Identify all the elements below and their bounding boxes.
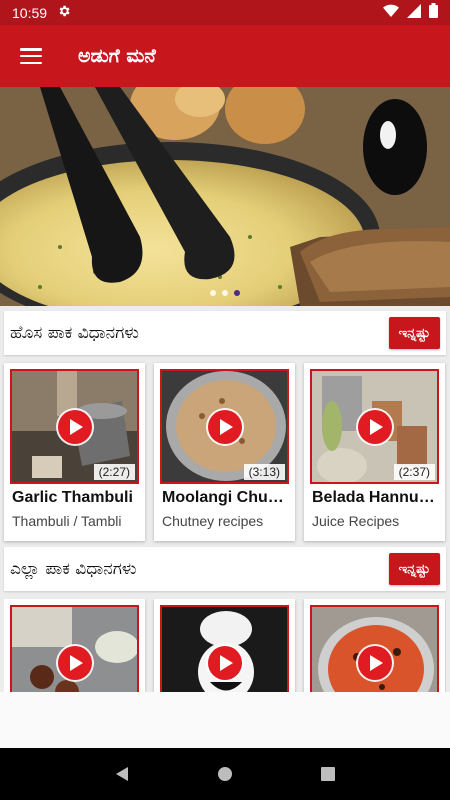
recipe-card[interactable]: (2:37) Belada Hannu Juice Juice Recipes xyxy=(304,363,445,541)
section-title: ಎಲ್ಲಾ ಪಾಕ ವಿಧಾನಗಳು xyxy=(10,559,137,579)
video-thumbnail[interactable]: (3:13) xyxy=(160,369,289,484)
section-header-new-recipes: ಹೊಸ ಪಾಕ ವಿಧಾನಗಳು ಇನ್ನಷ್ಟು xyxy=(4,311,446,355)
banner-carousel[interactable] xyxy=(0,87,450,306)
play-icon xyxy=(57,409,92,444)
back-triangle-icon[interactable] xyxy=(102,754,142,794)
recipe-category: Juice Recipes xyxy=(312,513,400,529)
section-title: ಹೊಸ ಪಾಕ ವಿಧಾನಗಳು xyxy=(10,323,139,343)
home-circle-icon[interactable] xyxy=(205,754,245,794)
recipe-card[interactable] xyxy=(4,599,145,692)
play-icon xyxy=(357,409,392,444)
video-thumbnail[interactable]: (2:27) xyxy=(10,369,139,484)
video-thumbnail[interactable]: (2:37) xyxy=(310,369,439,484)
video-duration: (2:37) xyxy=(393,464,435,480)
recipe-card[interactable]: (3:13) Moolangi Chutney Chutney recipes xyxy=(154,363,295,541)
gear-icon xyxy=(57,4,71,22)
hamburger-menu-icon[interactable] xyxy=(0,25,62,87)
play-icon xyxy=(207,645,242,680)
empty-area xyxy=(0,692,450,748)
recipe-card-row: (2:27) Garlic Thambuli Thambuli / Tambli… xyxy=(4,363,446,541)
video-thumbnail[interactable] xyxy=(310,605,439,692)
app-screen: 10:59 ಅಡುಗೆ ಮನೆ ಹೊಸ ಪಾಕ ವಿಧಾನಗಳು ಇನ್ನಷ್ಟ… xyxy=(0,0,450,800)
recipe-category: Chutney recipes xyxy=(162,513,264,529)
carousel-dot-active[interactable] xyxy=(234,290,240,296)
recipe-card[interactable] xyxy=(154,599,295,692)
battery-icon xyxy=(429,3,438,22)
recipe-title: Garlic Thambuli xyxy=(12,489,133,506)
status-time: 10:59 xyxy=(12,4,48,21)
signal-icon xyxy=(407,3,421,22)
more-button[interactable]: ಇನ್ನಷ್ಟು xyxy=(388,317,440,349)
recipe-card[interactable] xyxy=(304,599,445,692)
video-duration: (3:13) xyxy=(243,464,285,480)
play-icon xyxy=(57,645,92,680)
recipe-title: Moolangi Chutney xyxy=(162,489,295,506)
video-thumbnail[interactable] xyxy=(10,605,139,692)
status-icons xyxy=(383,3,438,22)
recipe-title: Belada Hannu Juice xyxy=(312,489,445,506)
recents-square-icon[interactable] xyxy=(308,754,348,794)
play-icon xyxy=(357,645,392,680)
app-bar: ಅಡುಗೆ ಮನೆ xyxy=(0,25,450,87)
video-duration: (2:27) xyxy=(93,464,135,480)
carousel-indicator xyxy=(0,290,450,296)
recipe-category: Thambuli / Tambli xyxy=(12,513,122,529)
carousel-dot[interactable] xyxy=(210,290,216,296)
carousel-dot[interactable] xyxy=(222,290,228,296)
play-icon xyxy=(207,409,242,444)
app-title: ಅಡುಗೆ ಮನೆ xyxy=(78,45,156,67)
banner-image xyxy=(0,87,450,306)
status-bar: 10:59 xyxy=(0,0,450,25)
recipe-card-row xyxy=(4,599,446,692)
more-button[interactable]: ಇನ್ನಷ್ಟು xyxy=(388,553,440,585)
recipe-card[interactable]: (2:27) Garlic Thambuli Thambuli / Tambli xyxy=(4,363,145,541)
system-nav-bar xyxy=(0,748,450,800)
section-header-all-recipes: ಎಲ್ಲಾ ಪಾಕ ವಿಧಾನಗಳು ಇನ್ನಷ್ಟು xyxy=(4,547,446,591)
wifi-icon xyxy=(383,3,399,22)
video-thumbnail[interactable] xyxy=(160,605,289,692)
